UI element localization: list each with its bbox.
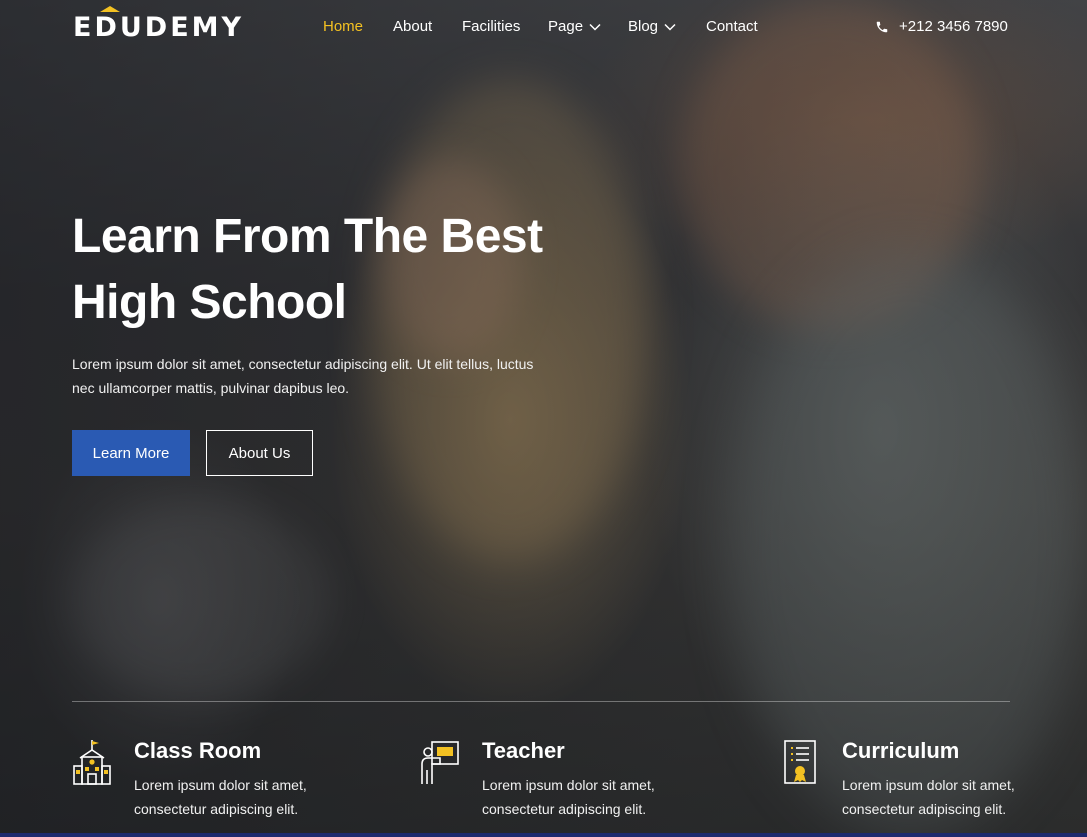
teacher-board-icon [421, 741, 459, 784]
hero-title-line1: Learn From The Best [72, 210, 543, 263]
feature-description: Lorem ipsum dolor sit amet, consectetur … [134, 777, 307, 817]
hero-title: Learn From The Best High School [72, 204, 592, 336]
nav-item-contact[interactable]: Contact [706, 18, 758, 35]
nav-item-blog[interactable]: Blog [628, 18, 676, 35]
feature-description: Lorem ipsum dolor sit amet, consectetur … [482, 777, 655, 817]
features-divider [72, 701, 1010, 702]
nav-item-page[interactable]: Page [548, 18, 601, 35]
feature-teacher: Teacher Lorem ipsum dolor sit amet, cons… [420, 736, 720, 826]
feature-curriculum: Curriculum Lorem ipsum dolor sit amet, c… [780, 736, 1080, 826]
feature-class-room: Class Room Lorem ipsum dolor sit amet, c… [72, 736, 372, 826]
bottom-accent-bar [0, 833, 1087, 837]
chevron-down-icon [664, 23, 676, 31]
feature-title: Class Room [134, 738, 262, 763]
header-phone[interactable]: +212 3456 7890 [875, 18, 1008, 35]
nav-item-about[interactable]: About [393, 18, 432, 35]
school-building-icon [73, 740, 111, 785]
nav-item-home[interactable]: Home [323, 18, 363, 35]
hero-background-image [0, 0, 1087, 837]
chevron-down-icon [589, 23, 601, 31]
about-us-button[interactable]: About Us [206, 430, 313, 476]
feature-title: Teacher [482, 738, 565, 763]
site-header: EDUDEMY Home About Facilities Page Blog … [0, 0, 1087, 56]
graduation-cap-icon [100, 6, 120, 12]
phone-number: +212 3456 7890 [899, 18, 1008, 35]
feature-title: Curriculum [842, 738, 960, 763]
learn-more-button[interactable]: Learn More [72, 430, 190, 476]
logo-text: EDUDEMY [73, 12, 245, 43]
hero-title-line2: High School [72, 276, 347, 329]
hero-description: Lorem ipsum dolor sit amet, consectetur … [72, 356, 534, 396]
nav-item-facilities[interactable]: Facilities [462, 18, 520, 35]
feature-description: Lorem ipsum dolor sit amet, consectetur … [842, 777, 1015, 817]
certificate-icon [784, 740, 816, 784]
site-logo[interactable]: EDUDEMY [73, 6, 245, 43]
phone-icon [876, 21, 888, 32]
